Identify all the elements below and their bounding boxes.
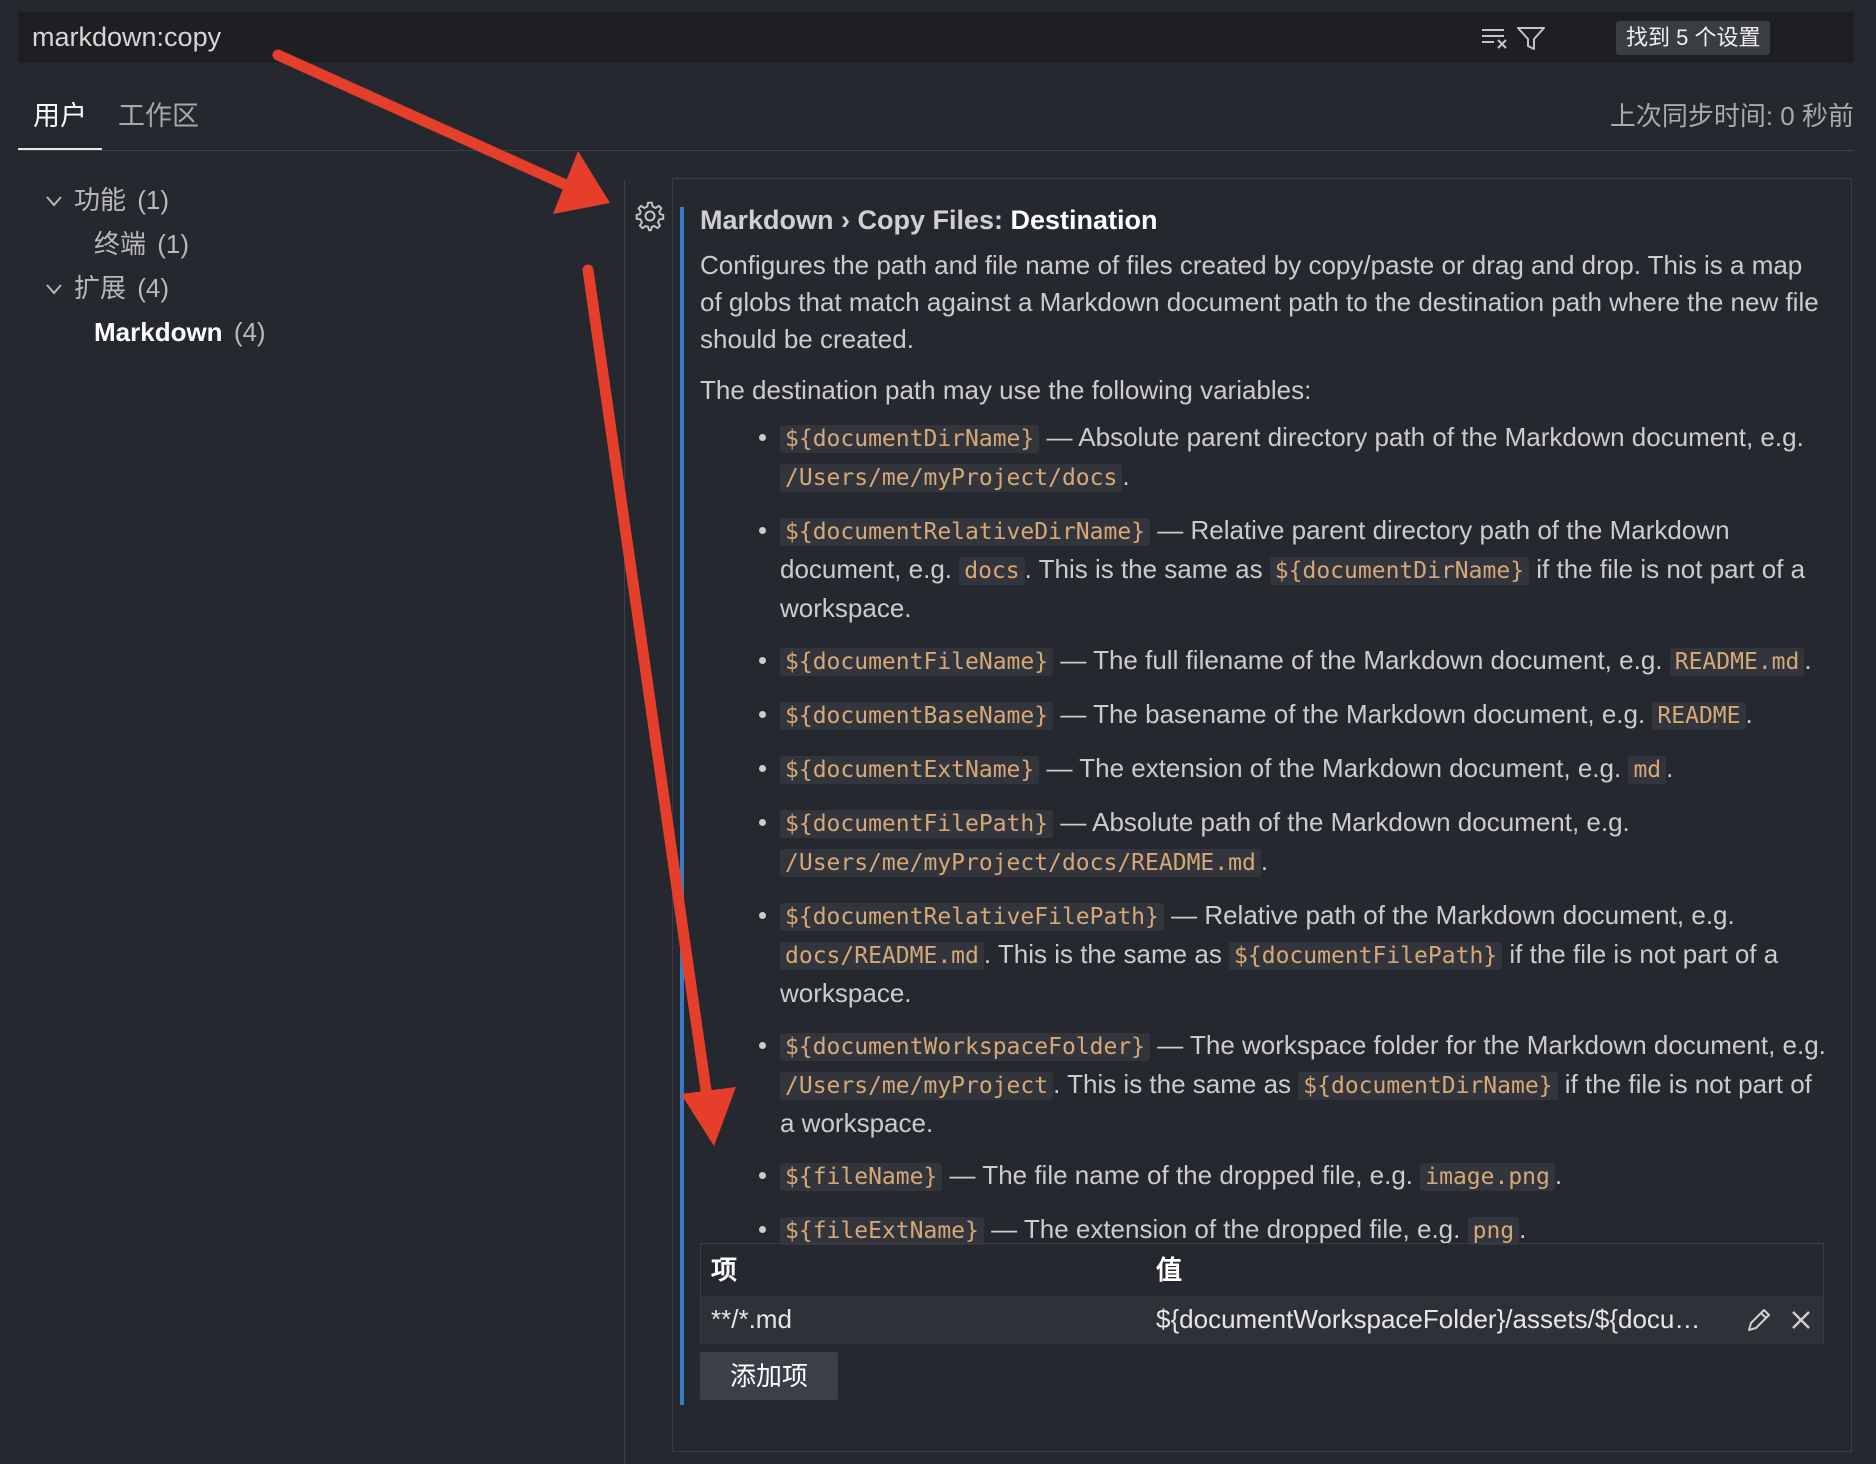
example-code: ${documentDirName}	[1298, 1072, 1558, 1100]
list-item: ${documentFilePath} — Absolute path of t…	[700, 804, 1830, 882]
column-header-item: 项	[711, 1255, 738, 1285]
setting-title: Markdown › Copy Files: Destination	[700, 202, 1830, 238]
table-header: 项 值	[701, 1244, 1823, 1296]
row-item: **/*.md	[711, 1304, 792, 1334]
search-bar: 找到 5 个设置	[18, 12, 1854, 63]
result-count-badge: 找到 5 个设置	[1616, 21, 1771, 55]
edit-icon[interactable]	[1743, 1304, 1775, 1336]
list-item: ${fileName} — The file name of the dropp…	[700, 1157, 1830, 1196]
add-item-button[interactable]: 添加项	[700, 1352, 838, 1400]
toc-item-markdown[interactable]: Markdown (4)	[94, 312, 266, 352]
list-item: ${documentExtName} — The extension of th…	[700, 750, 1830, 789]
variable-text: .	[1122, 461, 1130, 491]
example-code: docs/README.md	[780, 942, 984, 970]
chevron-down-icon	[46, 284, 62, 295]
variable-text: . This is the same as	[1024, 554, 1270, 584]
variable-text: . This is the same as	[1053, 1069, 1299, 1099]
settings-tabs: 用户 工作区 上次同步时间: 0 秒前	[18, 96, 1854, 151]
close-icon[interactable]	[1785, 1304, 1817, 1336]
toc-item-features[interactable]: 功能 (1)	[44, 180, 169, 220]
variable-text: .	[1745, 699, 1753, 729]
variable-code: ${documentRelativeDirName}	[780, 518, 1151, 546]
tab-workspace[interactable]: 工作区	[118, 96, 199, 148]
example-code: /Users/me/myProject/docs/README.md	[780, 849, 1261, 877]
variable-text: — Absolute path of the Markdown document…	[1053, 807, 1630, 837]
filter-icon[interactable]	[1514, 22, 1548, 54]
variable-text: — The extension of the Markdown document…	[1039, 753, 1629, 783]
variable-text: — The workspace folder for the Markdown …	[1150, 1030, 1826, 1060]
setting-name: Destination	[1010, 205, 1158, 235]
toc-item-label: Markdown	[94, 317, 223, 347]
list-item: ${documentRelativeDirName} — Relative pa…	[700, 512, 1830, 627]
variable-code: ${fileExtName}	[780, 1217, 984, 1245]
variable-text: — Absolute parent directory path of the …	[1039, 422, 1804, 452]
example-code: README.md	[1669, 648, 1805, 676]
variable-text: — The basename of the Markdown document,…	[1053, 699, 1653, 729]
variable-text: .	[1260, 846, 1269, 876]
variable-code: ${documentRelativeFilePath}	[780, 903, 1164, 931]
example-code: /Users/me/myProject	[780, 1072, 1054, 1100]
variable-code: ${fileName}	[780, 1163, 943, 1191]
example-code: README	[1652, 702, 1746, 730]
variable-text: . This is the same as	[983, 939, 1230, 969]
list-item: ${documentWorkspaceFolder} — The workspa…	[700, 1027, 1830, 1142]
variable-code: ${documentFileName}	[780, 648, 1054, 676]
example-code: image.png	[1420, 1163, 1555, 1191]
setting-breadcrumb: Markdown › Copy Files:	[700, 205, 1011, 235]
variable-code: ${documentBaseName}	[780, 702, 1054, 730]
setting-content: Markdown › Copy Files: Destination Confi…	[700, 202, 1830, 1265]
toc-item-label: 扩展	[74, 273, 127, 303]
example-code: ${documentFilePath}	[1229, 942, 1503, 970]
toc-item-count: (4)	[137, 273, 170, 303]
toc-item-label: 终端	[94, 229, 147, 259]
variables-intro: The destination path may use the followi…	[700, 375, 1312, 405]
toc-item-count: (1)	[157, 229, 190, 259]
example-code: /Users/me/myProject/docs	[780, 464, 1123, 492]
example-code: png	[1467, 1217, 1520, 1245]
search-input[interactable]	[32, 12, 1532, 63]
variable-text: .	[1554, 1160, 1563, 1190]
example-code: docs	[959, 557, 1025, 585]
toc-divider	[624, 180, 625, 1464]
variable-text: .	[1804, 645, 1812, 675]
setting-description: Configures the path and file name of fil…	[700, 250, 1819, 354]
variable-text: — Relative path of the Markdown document…	[1163, 900, 1735, 930]
variable-text: .	[1666, 753, 1674, 783]
list-item: ${documentBaseName} — The basename of th…	[700, 696, 1830, 735]
column-header-value: 值	[1156, 1255, 1183, 1285]
gear-icon[interactable]	[634, 200, 666, 232]
focus-indicator	[680, 207, 684, 1405]
tab-user[interactable]: 用户	[18, 96, 102, 150]
list-item: ${documentRelativeFilePath} — Relative p…	[700, 897, 1830, 1012]
toc-item-count: (4)	[233, 317, 266, 347]
variable-text: — The extension of the dropped file, e.g…	[983, 1214, 1468, 1244]
variables-list: ${documentDirName} — Absolute parent dir…	[700, 419, 1830, 1250]
sync-status: 上次同步时间: 0 秒前	[1609, 101, 1854, 131]
variable-code: ${documentFilePath}	[780, 810, 1054, 838]
example-code: ${documentDirName}	[1269, 557, 1530, 585]
variable-code: ${documentExtName}	[780, 756, 1040, 784]
variable-text: — The file name of the dropped file, e.g…	[942, 1160, 1421, 1190]
example-code: md	[1628, 756, 1667, 784]
variable-code: ${documentWorkspaceFolder}	[780, 1033, 1151, 1061]
toc-item-label: 功能	[74, 185, 127, 215]
glob-destination-table: 项 值 **/*.md ${documentWorkspaceFolder}/a…	[700, 1243, 1824, 1344]
row-value: ${documentWorkspaceFolder}/assets/${docu…	[1156, 1304, 1701, 1334]
toc-item-extensions[interactable]: 扩展 (4)	[44, 268, 169, 308]
list-item: ${documentFileName} — The full filename …	[700, 642, 1830, 681]
variable-text: .	[1519, 1214, 1527, 1244]
toc-item-terminal[interactable]: 终端 (1)	[94, 224, 189, 264]
clear-filter-icon[interactable]	[1478, 22, 1512, 54]
table-row[interactable]: **/*.md ${documentWorkspaceFolder}/asset…	[701, 1296, 1823, 1344]
variable-text: — The full filename of the Markdown docu…	[1053, 645, 1670, 675]
variable-code: ${documentDirName}	[780, 425, 1040, 453]
chevron-down-icon	[46, 196, 62, 207]
list-item: ${documentDirName} — Absolute parent dir…	[700, 419, 1830, 497]
toc-item-count: (1)	[137, 185, 170, 215]
